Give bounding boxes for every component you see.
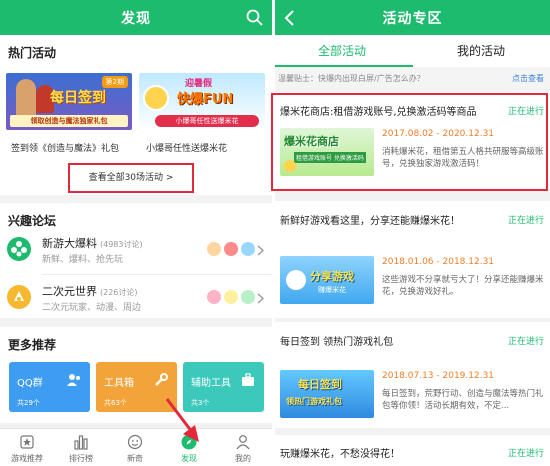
tile-count: 共29个 <box>17 399 40 407</box>
banner-subtext: 小爆哥任性送爆米花 <box>155 115 259 127</box>
banner-headline: 快爆FUN <box>177 92 234 107</box>
activity-image: 每日签到 领热门游戏礼包 <box>280 370 374 418</box>
tile-count: 共63个 <box>104 399 127 407</box>
forum-name: 二次元世界 (226讨论) <box>42 285 138 298</box>
face-icon <box>127 434 143 450</box>
star-icon <box>20 435 34 449</box>
tab-label: 排行榜 <box>69 454 93 463</box>
forum-description: 二次元玩家、动漫、周边 <box>42 303 142 313</box>
forum-name: 新游大爆料 (4983讨论) <box>42 237 143 250</box>
user-icon <box>236 435 250 450</box>
mascot-figure <box>143 85 169 111</box>
forum-item-new-games[interactable]: 新游大爆料 (4983讨论) 新鲜、爆料、抢先玩 <box>0 227 272 275</box>
active-tab-indicator <box>275 65 413 67</box>
page-title: 活动专区 <box>382 11 443 27</box>
tab-game-recommend[interactable]: 游戏推荐 <box>0 429 54 466</box>
character-figure <box>16 79 36 117</box>
bar-chart-icon <box>74 435 88 450</box>
banner-caption[interactable]: 小爆哥任性送爆米花 <box>146 141 227 154</box>
activity-zone-screen: 活动专区 全部活动 我的活动 温馨贴士：快爆内出现白屏/广告怎么办？ 点击查看 … <box>275 0 550 466</box>
banner-summer-popcorn[interactable]: 迎暑假 快爆FUN 小爆哥任性送爆米花 <box>139 73 265 130</box>
activity-description: 每日签到，荒野行动、创造与魔法等热门礼包等你领！活动长期有效，不定... <box>382 389 544 411</box>
banner-subtext: 领取创造与魔法独家礼包 <box>10 115 128 127</box>
tab-label: 我的 <box>235 454 251 463</box>
section-title: 热门活动 <box>8 46 57 60</box>
image-headline: 每日签到 <box>298 378 342 391</box>
forum-acg-icon <box>7 285 31 309</box>
tab-novel[interactable]: 新奇 <box>108 429 162 466</box>
tab-label: 发现 <box>181 454 197 463</box>
view-all-activities-button[interactable]: 查看全部30场活动 > <box>68 163 194 193</box>
tile-qq-group[interactable]: QQ群 共29个 <box>9 362 90 412</box>
tab-ranking[interactable]: 排行榜 <box>54 429 108 466</box>
forum-description: 新鲜、爆料、抢先玩 <box>42 255 124 265</box>
tab-all-activities[interactable]: 全部活动 <box>318 42 366 59</box>
tip-bar: 温馨贴士：快爆内出现白屏/广告怎么办？ 点击查看 <box>275 68 550 89</box>
banner-caption[interactable]: 签到领《创造与魔法》礼包 <box>11 141 119 154</box>
banner-daily-signin[interactable]: 第2期 每日签到 领取创造与魔法独家礼包 <box>6 73 132 130</box>
bottom-tab-bar: 游戏推荐 排行榜 新奇 发现 我的 <box>0 428 272 466</box>
activity-status: 正在进行 <box>507 216 544 226</box>
chevron-right-icon <box>257 293 264 304</box>
briefcase-icon <box>242 373 254 386</box>
chevron-right-icon <box>257 245 264 256</box>
discover-screen: 发现 热门活动 第2期 每日签到 领取创造与魔法独家礼包 签到领《创造与魔法》礼… <box>0 0 272 466</box>
activity-card[interactable]: 新鲜好游戏看这里，分享还能赚爆米花！ 正在进行 分享游戏 赚爆米花 2018.0… <box>275 201 550 318</box>
activity-card[interactable]: 每日签到 领热门游戏礼包 正在进行 每日签到 领热门游戏礼包 2018.07.1… <box>275 322 550 428</box>
tab-mine[interactable]: 我的 <box>216 429 270 466</box>
forum-item-acg[interactable]: 二次元世界 (226讨论) 二次元玩家、动漫、周边 <box>0 275 272 323</box>
activity-title: 玩赚爆米花，不愁没得花！ <box>280 449 400 460</box>
forum-section: 兴趣论坛 新游大爆料 (4983讨论) 新鲜、爆料、抢先玩 二次元世界 (226讨论… <box>0 203 272 318</box>
tab-label: 游戏推荐 <box>11 454 43 463</box>
forum-count: (226讨论) <box>100 288 138 297</box>
tile-name: 辅助工具 <box>191 378 231 389</box>
member-avatars <box>207 290 255 304</box>
image-subtext: 赚爆米花 <box>318 286 346 294</box>
section-title: 更多推荐 <box>8 338 57 352</box>
red-arrow-annotation <box>165 398 199 442</box>
banner-headline: 每日签到 <box>50 90 106 106</box>
activity-title: 新鲜好游戏看这里，分享还能赚爆米花！ <box>280 216 460 227</box>
tile-name: QQ群 <box>17 378 43 389</box>
activity-image: 分享游戏 赚爆米花 <box>280 256 374 304</box>
image-headline: 分享游戏 <box>310 270 354 283</box>
tab-my-activities[interactable]: 我的活动 <box>457 42 505 59</box>
tip-text: 温馨贴士：快爆内出现白屏/广告怎么办？ <box>278 74 425 83</box>
search-icon[interactable] <box>246 9 263 26</box>
activity-header: 活动专区 <box>275 0 550 35</box>
page-title: 发现 <box>121 11 151 27</box>
member-avatars <box>207 242 255 256</box>
discover-header: 发现 <box>0 0 272 35</box>
mascot-figure <box>286 270 306 290</box>
tip-link[interactable]: 点击查看 <box>512 73 544 84</box>
activity-status: 正在进行 <box>507 449 544 459</box>
activity-status: 正在进行 <box>507 337 544 347</box>
activity-date: 2018.07.13 - 2019.12.31 <box>382 371 495 381</box>
forum-count: (4983讨论) <box>100 240 143 249</box>
wrench-icon <box>155 373 168 386</box>
highlight-annotation <box>271 93 548 191</box>
tile-name: 工具箱 <box>104 378 134 389</box>
activity-date: 2018.01.06 - 2018.12.31 <box>382 257 495 267</box>
activity-card[interactable]: 玩赚爆米花，不愁没得花！ 正在进行 <box>275 435 550 466</box>
image-subtext: 领热门游戏礼包 <box>286 397 342 406</box>
tab-label: 新奇 <box>127 454 143 463</box>
activity-title: 每日签到 领热门游戏礼包 <box>280 337 394 348</box>
activity-tabs: 全部活动 我的活动 <box>275 35 550 67</box>
activity-description: 这些游戏不分享就亏大了！分享还能赚爆米花，兑换游戏好礼。 <box>382 275 544 297</box>
forum-flower-icon <box>7 237 31 261</box>
people-icon <box>67 374 80 386</box>
